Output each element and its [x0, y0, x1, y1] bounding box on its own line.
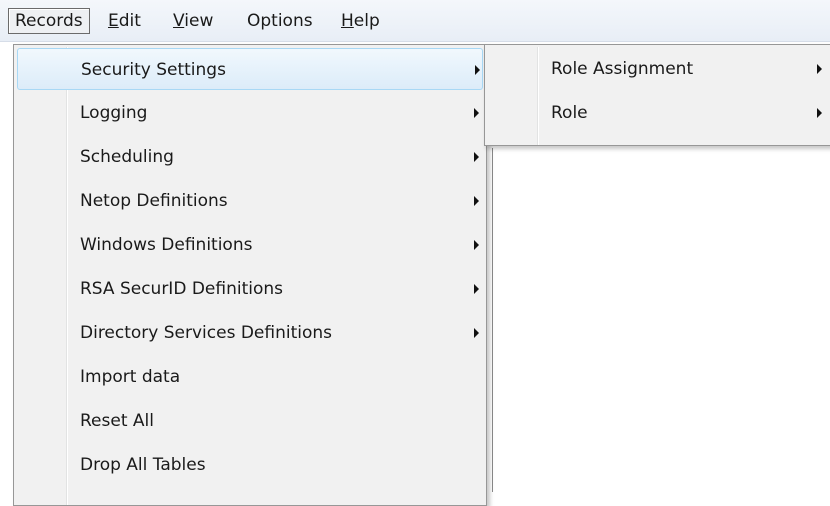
menu-item-label: Directory Services Definitions: [80, 323, 333, 343]
menu-item-netop-definitions[interactable]: Netop Definitions: [17, 180, 483, 222]
menu-edit[interactable]: Edit: [98, 8, 151, 34]
menu-view-rest: iew: [184, 11, 214, 31]
menu-bar: Records Edit View Options Help: [0, 0, 830, 42]
menu-item-role-assignment[interactable]: Role Assignment: [488, 48, 828, 90]
menu-options[interactable]: Options: [237, 8, 323, 34]
security-settings-submenu: Role Assignment Role: [484, 44, 830, 146]
submenu-arrow-icon: [474, 152, 479, 162]
submenu-arrow-icon: [474, 108, 479, 118]
menu-item-label: Windows Definitions: [80, 235, 253, 255]
menu-item-role[interactable]: Role: [488, 92, 828, 134]
submenu-arrow-icon: [474, 240, 479, 250]
submenu-arrow-icon: [475, 65, 480, 75]
menu-item-security-settings[interactable]: Security Settings: [17, 48, 483, 90]
menu-item-label: Import data: [80, 367, 181, 387]
menu-item-rsa-securid-definitions[interactable]: RSA SecurID Definitions: [17, 268, 483, 310]
submenu-arrow-icon: [474, 328, 479, 338]
background-window-panel: [492, 148, 830, 492]
menu-item-import-data[interactable]: Import data: [17, 356, 483, 398]
menu-item-label: RSA SecurID Definitions: [80, 279, 283, 299]
menu-item-label: Logging: [80, 103, 148, 123]
menu-view-accel: V: [173, 11, 185, 31]
menu-item-label: Role: [551, 103, 588, 123]
menu-records-label: Records: [15, 11, 83, 31]
records-menu: Security Settings Logging Scheduling Net…: [13, 44, 487, 506]
menu-options-label: Options: [247, 11, 313, 31]
submenu-arrow-icon: [474, 196, 479, 206]
menu-view[interactable]: View: [163, 8, 223, 34]
menu-item-label: Netop Definitions: [80, 191, 228, 211]
menu-help-accel: H: [341, 11, 354, 31]
menu-item-scheduling[interactable]: Scheduling: [17, 136, 483, 178]
menu-item-reset-all[interactable]: Reset All: [17, 400, 483, 442]
menu-item-label: Scheduling: [80, 147, 174, 167]
menu-item-label: Security Settings: [81, 60, 226, 80]
submenu-arrow-icon: [817, 64, 822, 74]
menu-item-drop-all-tables[interactable]: Drop All Tables: [17, 444, 483, 486]
menu-item-windows-definitions[interactable]: Windows Definitions: [17, 224, 483, 266]
submenu-arrow-icon: [817, 108, 822, 118]
menu-item-logging[interactable]: Logging: [17, 92, 483, 134]
menu-item-label: Role Assignment: [551, 59, 694, 79]
submenu-arrow-icon: [474, 284, 479, 294]
menu-edit-rest: dit: [118, 11, 141, 31]
menu-help-rest: elp: [353, 11, 380, 31]
menu-edit-accel: E: [108, 11, 119, 31]
menu-item-directory-services-definitions[interactable]: Directory Services Definitions: [17, 312, 483, 354]
menu-records[interactable]: Records: [8, 8, 90, 34]
menu-item-label: Drop All Tables: [80, 455, 206, 475]
menu-help[interactable]: Help: [331, 8, 390, 34]
menu-item-label: Reset All: [80, 411, 154, 431]
